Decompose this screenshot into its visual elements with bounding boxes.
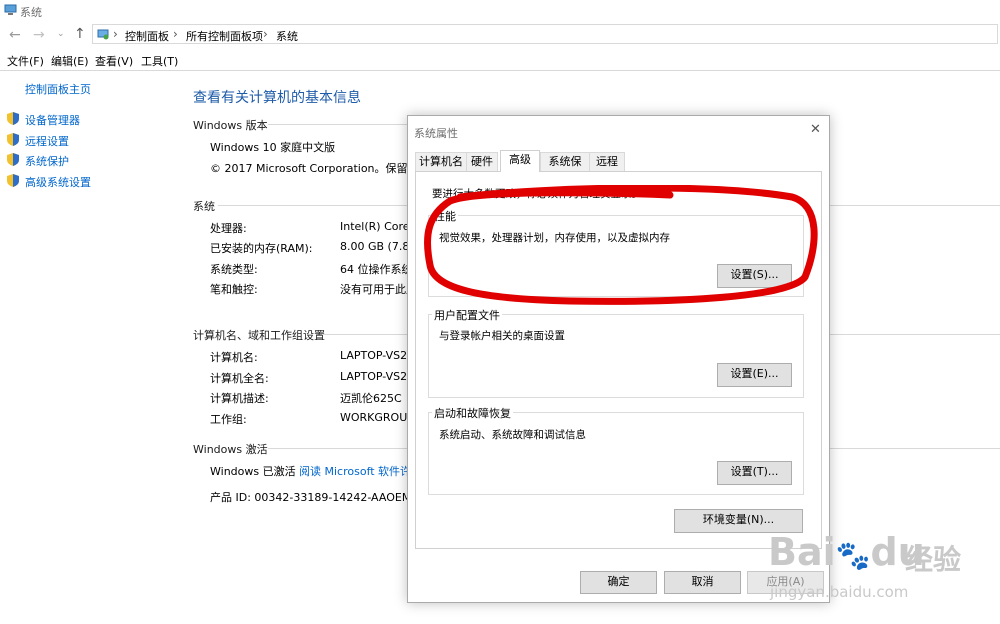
sidebar-item-remote-settings[interactable]: 远程设置	[25, 133, 69, 149]
forward-arrow-icon[interactable]: →	[33, 27, 45, 43]
shield-icon	[7, 174, 19, 187]
menu-divider	[0, 70, 1000, 71]
breadcrumb-sep-icon: ›	[173, 27, 178, 41]
shield-icon	[7, 133, 19, 146]
tab-computer-name[interactable]: 计算机名	[415, 152, 467, 171]
menu-view[interactable]: 查看(V)	[95, 53, 133, 69]
watermark-url: jingyan.baidu.com	[770, 583, 909, 601]
breadcrumb-all-items[interactable]: 所有控制面板项	[186, 28, 263, 44]
ok-button[interactable]: 确定	[580, 571, 657, 594]
control-panel-icon	[97, 28, 110, 43]
shield-icon	[7, 112, 19, 125]
section-divider	[830, 205, 1000, 206]
menu-edit[interactable]: 编辑(E)	[51, 53, 89, 69]
computer-value: LAPTOP-VS2N	[340, 349, 416, 362]
page-title: 查看有关计算机的基本信息	[193, 90, 361, 106]
computer-label: 工作组:	[210, 413, 247, 426]
sidebar-home-link[interactable]: 控制面板主页	[25, 81, 91, 97]
computer-value: WORKGROUP	[340, 411, 414, 424]
license-link[interactable]: 阅读 Microsoft 软件许可	[299, 463, 422, 479]
highlight-ellipse	[424, 185, 818, 305]
sidebar-item-advanced-settings[interactable]: 高级系统设置	[25, 174, 91, 190]
tab-remote[interactable]: 远程	[589, 152, 625, 171]
cancel-button[interactable]: 取消	[664, 571, 741, 594]
system-value: 没有可用于此显	[340, 283, 417, 296]
section-activation: Windows 激活	[193, 443, 268, 456]
menu-file[interactable]: 文件(F)	[7, 53, 44, 69]
system-label: 已安装的内存(RAM):	[210, 242, 313, 255]
dialog-title: 系统属性	[414, 127, 458, 140]
system-label: 系统类型:	[210, 263, 258, 276]
breadcrumb-sep-icon: ›	[113, 27, 118, 41]
breadcrumb-sep-icon: ›	[263, 27, 268, 41]
breadcrumb-control-panel[interactable]: 控制面板	[125, 28, 169, 44]
system-value: 8.00 GB (7.89	[340, 240, 417, 253]
system-label: 笔和触控:	[210, 283, 258, 296]
tab-advanced[interactable]: 高级	[500, 150, 540, 172]
title-bar: 系统	[0, 0, 1000, 22]
breadcrumb-system[interactable]: 系统	[276, 28, 298, 44]
section-divider	[830, 448, 1000, 449]
startup-recovery-title: 启动和故障恢复	[432, 405, 513, 421]
user-profile-desc: 与登录帐户相关的桌面设置	[439, 330, 565, 342]
tab-system-protection[interactable]: 系统保护	[540, 152, 590, 186]
system-value: 64 位操作系统	[340, 263, 413, 276]
back-arrow-icon[interactable]: ←	[9, 27, 21, 43]
address-bar[interactable]: › 控制面板 › 所有控制面板项 › 系统	[92, 24, 998, 44]
menu-tools[interactable]: 工具(T)	[141, 53, 178, 69]
activation-status: Windows 已激活	[210, 465, 296, 478]
computer-value: 迈凯伦625C	[340, 392, 402, 405]
shield-icon	[7, 153, 19, 166]
section-divider	[268, 448, 408, 449]
computer-label: 计算机描述:	[210, 392, 269, 405]
section-system: 系统	[193, 200, 215, 213]
edition-name: Windows 10 家庭中文版	[210, 141, 336, 154]
copyright-text: © 2017 Microsoft Corporation。保留所有	[210, 162, 430, 175]
section-divider	[322, 334, 408, 335]
computer-value: LAPTOP-VS2N	[340, 370, 416, 383]
computer-label: 计算机名:	[210, 351, 258, 364]
recent-chevron-icon[interactable]: ⌄	[57, 29, 65, 39]
user-profile-settings-button[interactable]: 设置(E)...	[717, 363, 792, 387]
section-divider	[218, 205, 408, 206]
section-divider	[830, 334, 1000, 335]
product-id: 产品 ID: 00342-33189-14242-AAOEM	[210, 491, 412, 504]
watermark-brand: Bai	[768, 530, 836, 574]
sidebar-item-system-protection[interactable]: 系统保护	[25, 153, 69, 169]
section-edition: Windows 版本	[193, 119, 268, 132]
tab-hardware[interactable]: 硬件	[466, 152, 498, 171]
system-label: 处理器:	[210, 222, 247, 235]
startup-recovery-settings-button[interactable]: 设置(T)...	[717, 461, 792, 485]
computer-icon	[4, 4, 17, 19]
close-icon[interactable]: ✕	[810, 122, 821, 137]
navigation-bar: ← → ⌄ ↑ › 控制面板 › 所有控制面板项 › 系统	[0, 22, 1000, 48]
up-arrow-icon[interactable]: ↑	[74, 26, 86, 42]
watermark-logo: Bai🐾du	[768, 530, 925, 574]
window-title: 系统	[20, 6, 42, 19]
sidebar-item-device-manager[interactable]: 设备管理器	[25, 112, 80, 128]
watermark-cn: 经验	[905, 543, 962, 576]
section-computer: 计算机名、域和工作组设置	[193, 329, 325, 342]
menu-bar: 文件(F) 编辑(E) 查看(V) 工具(T)	[0, 50, 1000, 70]
section-divider	[268, 124, 408, 125]
computer-label: 计算机全名:	[210, 372, 269, 385]
startup-recovery-desc: 系统启动、系统故障和调试信息	[439, 429, 586, 441]
paw-icon: 🐾	[835, 539, 871, 572]
